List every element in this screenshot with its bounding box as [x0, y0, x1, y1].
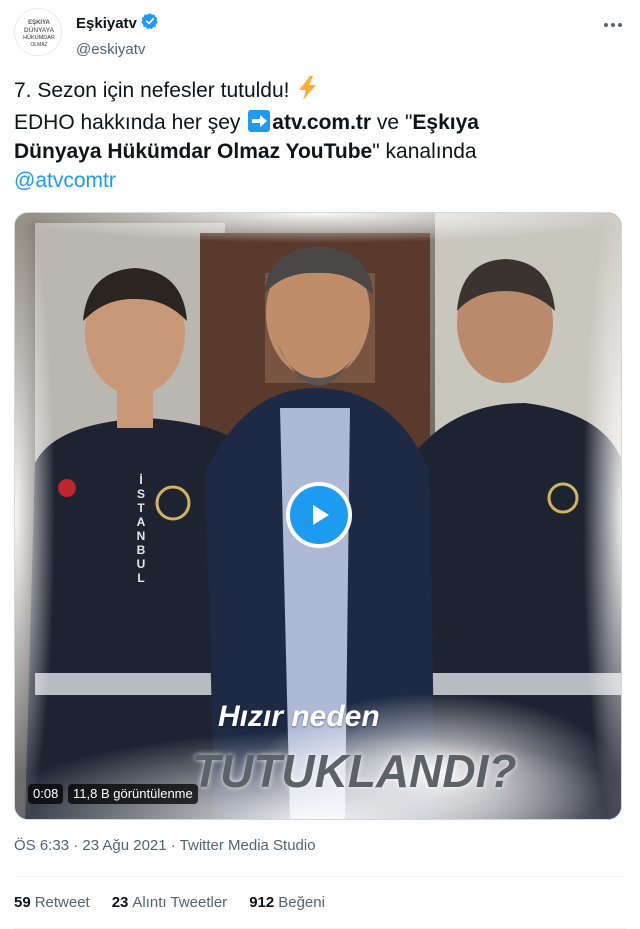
patch-letter: B [136, 543, 146, 557]
verified-badge-icon [141, 12, 159, 35]
mention-atvcomtr[interactable]: @atvcomtr [14, 169, 116, 192]
link-atv[interactable]: atv.com.tr [272, 111, 371, 134]
svg-text:DÜNYAYA: DÜNYAYA [24, 26, 55, 34]
retweets-count: 59 [14, 894, 31, 911]
video-duration: 0:08 [28, 784, 64, 804]
likes-count: 912 [249, 894, 275, 911]
more-horizontal-icon[interactable] [602, 14, 624, 36]
tweet-stats: 59 Retweet 23 Alıntı Tweetler 912 Beğeni [14, 894, 325, 911]
high-voltage-icon [298, 76, 318, 108]
video-caption-line-1: Hızır neden [218, 700, 380, 733]
tweet-line-2-mid: ve " [371, 111, 413, 134]
tweet-timestamp[interactable]: ÖS 6:33 · 23 Ağu 2021 · Twitter Media St… [14, 837, 316, 854]
patch-letter: N [136, 529, 146, 543]
tweet-line-3-suffix: " kanalında [372, 140, 477, 163]
retweets-label: Retweet [34, 894, 90, 911]
video-caption-line-2: TUTUKLANDI? [192, 745, 517, 797]
istanbul-patch-left: İ S T A N B U L [133, 473, 149, 585]
svg-text:OLMAZ: OLMAZ [30, 42, 47, 48]
likes-label: Beğeni [278, 894, 325, 911]
patch-letter: İ [139, 473, 143, 487]
quotes-label: Alıntı Tweetler [132, 894, 228, 911]
patch-letter: U [136, 557, 146, 571]
video-views: 11,8 B görüntülenme [68, 784, 198, 804]
patch-letter: T [137, 501, 145, 515]
svg-text:EŞKIYA: EŞKIYA [28, 20, 50, 26]
retweets-stat[interactable]: 59 Retweet [14, 894, 90, 911]
channel-name-part2: Dünyaya Hükümdar Olmaz YouTube [14, 140, 373, 163]
svg-text:HÜKÜMDAR: HÜKÜMDAR [23, 34, 55, 41]
tweet-header: EŞKIYA DÜNYAYA HÜKÜMDAR OLMAZ Eşkiyatv @… [14, 8, 626, 58]
user-block: Eşkiyatv @eskiyatv [76, 12, 159, 58]
channel-name-part1: Eşkıya [412, 111, 479, 134]
tweet-line-2-prefix: EDHO hakkında her şey [14, 111, 241, 134]
play-icon [313, 505, 329, 525]
likes-stat[interactable]: 912 Beğeni [249, 894, 325, 911]
divider [14, 876, 626, 877]
play-button[interactable] [286, 482, 352, 548]
display-name[interactable]: Eşkiyatv [76, 15, 137, 32]
patch-letter: A [136, 515, 146, 529]
avatar[interactable]: EŞKIYA DÜNYAYA HÜKÜMDAR OLMAZ [14, 8, 62, 56]
handle[interactable]: @eskiyatv [76, 41, 159, 58]
right-arrow-icon [248, 110, 271, 132]
patch-letter: L [137, 571, 145, 585]
tweet-text: 7. Sezon için nefesler tutuldu! EDHO hak… [14, 76, 626, 195]
quotes-stat[interactable]: 23 Alıntı Tweetler [112, 894, 227, 911]
quotes-count: 23 [111, 894, 129, 911]
patch-letter: S [136, 487, 145, 501]
tweet-line-1: 7. Sezon için nefesler tutuldu! [14, 79, 290, 102]
